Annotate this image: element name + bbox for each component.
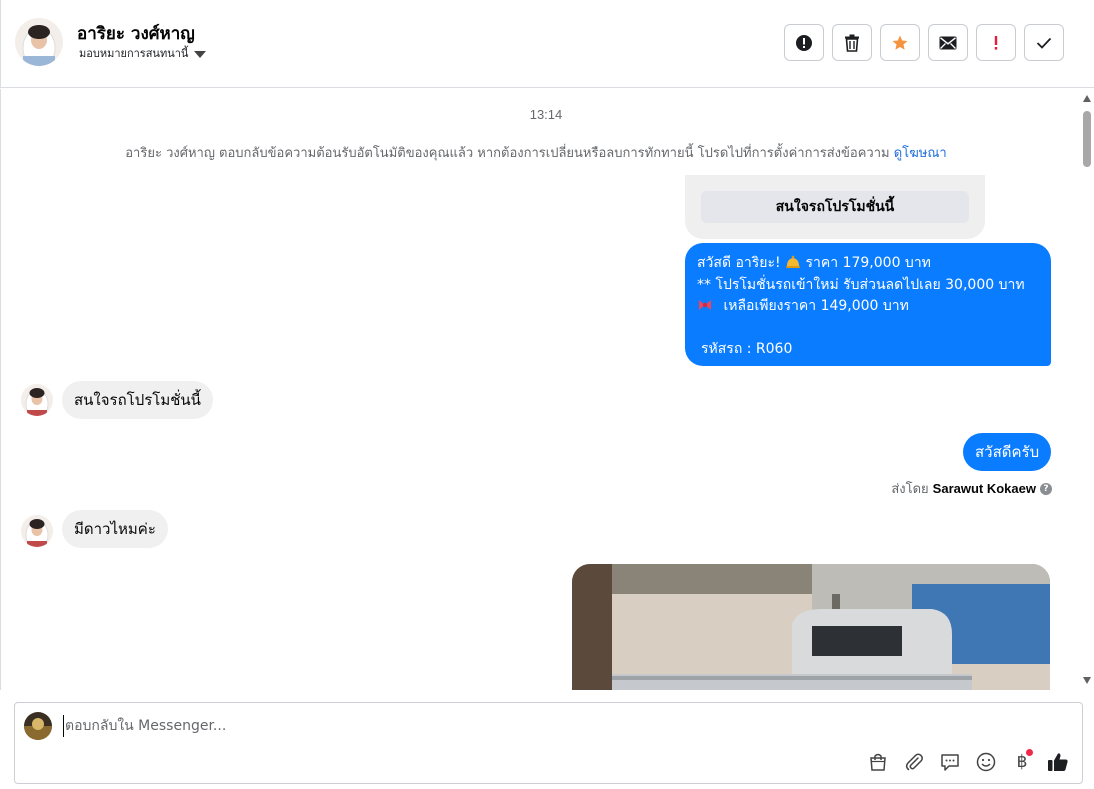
alert-circle-icon — [796, 34, 812, 51]
emoji-icon[interactable] — [974, 750, 998, 774]
outgoing-promo-message[interactable]: สวัสดี อาริยะ! ราคา 179,000 บาท ** โปรโม… — [685, 243, 1051, 366]
ad-reply-card: สนใจรถโปรโมชั่นนี้ — [685, 175, 985, 239]
mark-done-button[interactable] — [1024, 24, 1064, 61]
star-icon — [892, 35, 908, 50]
incoming-message[interactable]: มีดาวไหมค่ะ — [62, 510, 168, 548]
assign-conversation-dropdown[interactable]: มอบหมายการสนทนานี้ — [79, 44, 207, 62]
system-message: อาริยะ วงศ์หาญ ตอบกลับข้อความต้อนรับอัตโ… — [1, 142, 1071, 163]
contact-avatar-small[interactable] — [21, 515, 53, 547]
system-message-text: อาริยะ วงศ์หาญ ตอบกลับข้อความต้อนรับอัตโ… — [125, 146, 890, 161]
mark-spam-button[interactable] — [784, 24, 824, 61]
assign-label: มอบหมายการสนทนานี้ — [79, 47, 189, 60]
paperclip-icon[interactable] — [902, 750, 926, 774]
mark-unread-button[interactable] — [928, 24, 968, 61]
envelope-icon — [939, 36, 957, 49]
chevron-down-icon — [194, 50, 207, 58]
promo-car-code: รหัสรถ : R060 — [701, 341, 793, 357]
promo-final-price: เหลือเพียงราคา 149,000 บาท — [723, 298, 909, 314]
bell-emoji-icon — [786, 255, 801, 268]
outgoing-message[interactable]: สวัสดีครับ — [963, 433, 1052, 471]
sent-by-info: ส่งโดย Sarawut Kokaew ? — [891, 478, 1052, 499]
saved-replies-icon[interactable] — [938, 750, 962, 774]
thumbs-up-icon[interactable] — [1046, 750, 1070, 774]
notification-dot — [1026, 749, 1033, 756]
promo-greeting: สวัสดี อาริยะ! — [697, 255, 781, 271]
contact-avatar-small[interactable] — [21, 384, 53, 416]
baht-symbol: ฿ — [1016, 752, 1028, 772]
message-timestamp: 13:14 — [529, 107, 563, 122]
sender-name: Sarawut Kokaew — [932, 481, 1036, 496]
message-composer: ฿ — [14, 702, 1083, 784]
conversation-header: อาริยะ วงศ์หาญ มอบหมายการสนทนานี้ — [0, 0, 1094, 88]
baht-payment-icon[interactable]: ฿ — [1010, 749, 1034, 774]
checkmark-icon — [1036, 37, 1052, 49]
shopping-bag-icon[interactable] — [866, 750, 890, 774]
exclamation-icon — [994, 35, 998, 50]
outgoing-photo-truck[interactable] — [572, 564, 1050, 690]
promo-price: ราคา 179,000 บาท — [805, 255, 931, 271]
scroll-down-arrow-icon[interactable] — [1083, 677, 1091, 684]
composer-tools: ฿ — [866, 749, 1070, 774]
contact-name: อาริยะ วงศ์หาญ — [77, 24, 195, 44]
page-avatar — [24, 712, 52, 740]
delete-button[interactable] — [832, 24, 872, 61]
follow-up-button[interactable] — [976, 24, 1016, 61]
message-thread[interactable]: 13:14 อาริยะ วงศ์หาญ ตอบกลับข้อความต้อนร… — [0, 89, 1080, 690]
sent-by-label: ส่งโดย — [891, 482, 929, 497]
promo-interest-button[interactable]: สนใจรถโปรโมชั่นนี้ — [701, 191, 969, 223]
scrollbar-thumb[interactable] — [1083, 111, 1091, 167]
question-mark-icon[interactable]: ? — [1040, 482, 1052, 495]
ribbon-emoji-icon — [699, 300, 711, 310]
thread-scrollbar[interactable] — [1080, 89, 1094, 690]
contact-avatar[interactable] — [15, 18, 63, 66]
trash-icon — [845, 34, 859, 52]
conversation-actions — [784, 24, 1064, 61]
scroll-up-arrow-icon[interactable] — [1083, 95, 1091, 102]
view-ad-link[interactable]: ดูโฆษณา — [894, 146, 947, 161]
reply-input[interactable] — [63, 715, 963, 737]
incoming-message[interactable]: สนใจรถโปรโมชั่นนี้ — [62, 381, 213, 419]
promo-discount: ** โปรโมชั่นรถเข้าใหม่ รับส่วนลดไปเลย 30… — [697, 276, 1025, 293]
star-button[interactable] — [880, 24, 920, 61]
